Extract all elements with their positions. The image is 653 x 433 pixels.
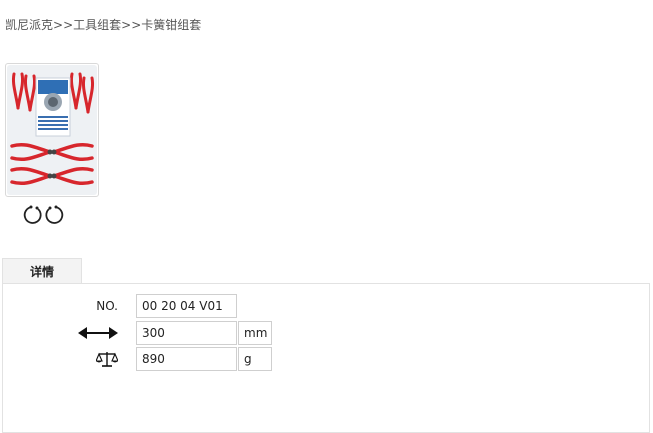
- circlip-pliers-set-photo: [7, 65, 97, 195]
- breadcrumb-separator: >>: [121, 18, 142, 32]
- spec-unit-weight: g: [238, 347, 272, 371]
- weight-scale-icon: [96, 352, 118, 367]
- feature-icons: [22, 203, 66, 227]
- spec-label-weight: [48, 347, 118, 371]
- breadcrumb-item-category[interactable]: 工具组套: [73, 18, 121, 32]
- breadcrumb: 凯尼派克>>工具组套>>卡簧钳组套: [5, 16, 201, 34]
- product-image[interactable]: [5, 63, 99, 197]
- breadcrumb-item-brand[interactable]: 凯尼派克: [5, 18, 53, 32]
- spec-value-weight: 890: [136, 347, 237, 371]
- tab-details[interactable]: 详情: [2, 258, 82, 284]
- breadcrumb-separator: >>: [53, 18, 74, 32]
- internal-circlip-icon: [23, 205, 42, 224]
- spec-label-number: NO.: [96, 299, 118, 313]
- length-arrow-icon: [78, 327, 118, 339]
- spec-value-number: 00 20 04 V01: [136, 294, 237, 318]
- external-circlip-icon: [45, 205, 64, 224]
- spec-value-length: 300: [136, 321, 237, 345]
- spec-label-length: [48, 321, 118, 345]
- spec-unit-length: mm: [238, 321, 272, 345]
- breadcrumb-item-current: 卡簧钳组套: [141, 18, 202, 32]
- detail-panel: NO. 00 20 04 V01 300 mm 890 g: [2, 283, 650, 433]
- detail-tabs: 详情: [2, 258, 82, 284]
